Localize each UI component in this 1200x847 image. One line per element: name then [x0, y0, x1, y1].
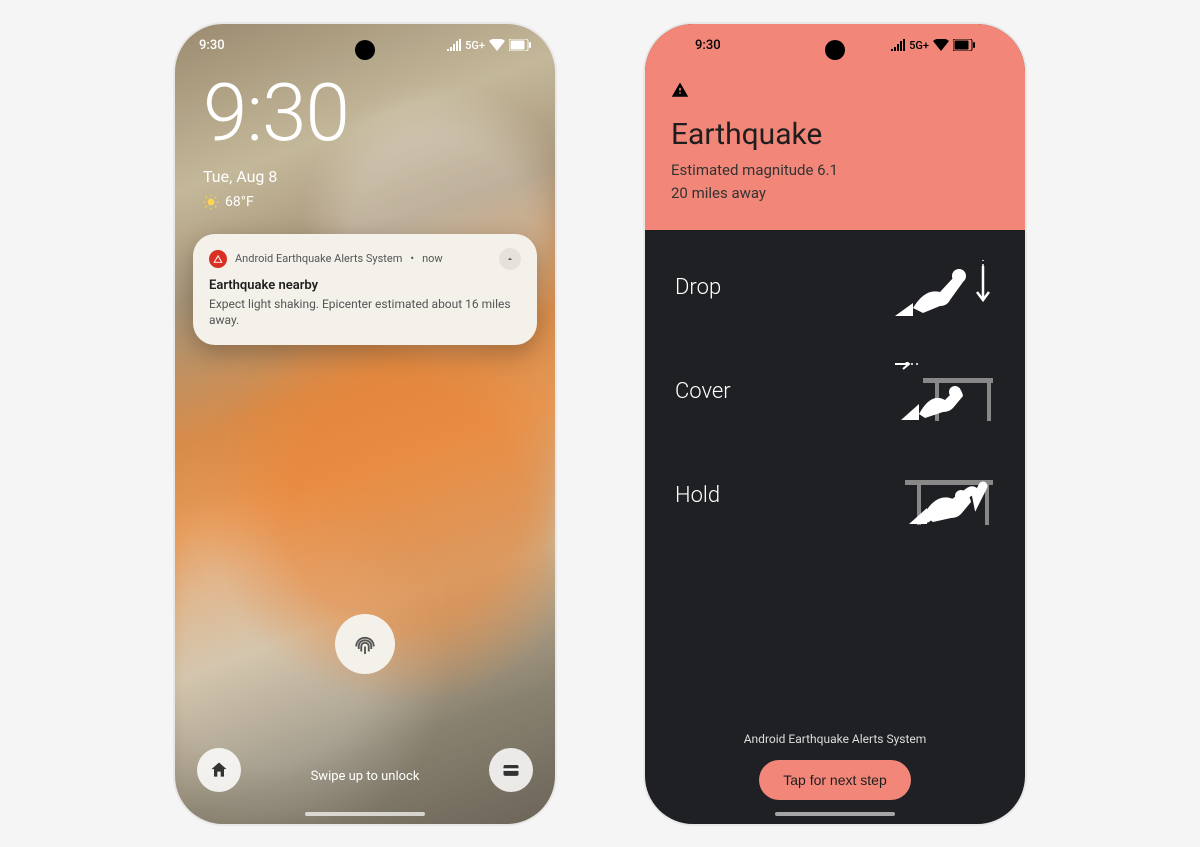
instruction-drop: Drop	[675, 258, 995, 318]
earthquake-notification[interactable]: Android Earthquake Alerts System • now E…	[193, 234, 537, 346]
status-time: 9:30	[199, 38, 225, 53]
instruction-label: Hold	[675, 483, 720, 508]
gesture-bar[interactable]	[775, 812, 895, 816]
lockscreen-time: 9:30	[203, 73, 527, 153]
alert-triangle-icon	[209, 250, 227, 268]
notification-header: Android Earthquake Alerts System • now	[209, 248, 521, 270]
instructions-list: Drop Cover	[645, 230, 1025, 732]
lockscreen-temperature: 68°F	[225, 194, 254, 210]
notification-separator: •	[410, 252, 414, 265]
signal-icon	[447, 39, 461, 51]
camera-cutout-icon	[825, 40, 845, 60]
drop-pictogram-icon	[895, 258, 995, 318]
notification-app-name: Android Earthquake Alerts System	[235, 252, 402, 265]
status-right: 5G+	[891, 39, 975, 52]
fingerprint-button[interactable]	[335, 614, 395, 674]
hold-pictogram-icon	[895, 466, 995, 526]
lockscreen-clock-block: 9:30 Tue, Aug 8 68°F	[175, 53, 555, 210]
status-time: 9:30	[695, 38, 721, 53]
lockscreen-date: Tue, Aug 8	[203, 167, 527, 186]
phone-alert-screen: 9:30 5G+ Earthquake Estimated magnitude …	[645, 24, 1025, 824]
alert-title: Earthquake	[671, 117, 999, 152]
chevron-down-icon[interactable]	[499, 248, 521, 270]
status-right: 5G+	[447, 39, 531, 52]
gesture-bar[interactable]	[305, 812, 425, 816]
alert-distance: 20 miles away	[671, 183, 999, 204]
signal-icon	[891, 39, 905, 51]
lockscreen-weather[interactable]: 68°F	[203, 194, 527, 210]
cover-pictogram-icon	[895, 362, 995, 422]
unlock-hint: Swipe up to unlock	[175, 769, 555, 784]
alert-footer: Android Earthquake Alerts System Tap for…	[645, 732, 1025, 824]
instruction-cover: Cover	[675, 362, 995, 422]
warning-triangle-icon	[671, 81, 689, 99]
battery-icon	[509, 39, 531, 51]
battery-icon	[953, 39, 975, 51]
phone-lockscreen: 9:30 5G+ 9:30 Tue, Aug 8 68°F Android Ea…	[175, 24, 555, 824]
wifi-icon	[489, 39, 505, 51]
instruction-label: Drop	[675, 275, 721, 300]
notification-time: now	[422, 252, 443, 265]
camera-cutout-icon	[355, 40, 375, 60]
notification-title: Earthquake nearby	[209, 278, 521, 293]
instruction-label: Cover	[675, 379, 731, 404]
network-label: 5G+	[909, 39, 929, 52]
instruction-hold: Hold	[675, 466, 995, 526]
sun-icon	[203, 194, 219, 210]
wifi-icon	[933, 39, 949, 51]
network-label: 5G+	[465, 39, 485, 52]
alert-magnitude: Estimated magnitude 6.1	[671, 160, 999, 181]
footer-system-label: Android Earthquake Alerts System	[645, 732, 1025, 746]
fingerprint-icon	[350, 629, 380, 659]
notification-body: Expect light shaking. Epicenter estimate…	[209, 296, 521, 330]
next-step-button[interactable]: Tap for next step	[759, 760, 911, 800]
